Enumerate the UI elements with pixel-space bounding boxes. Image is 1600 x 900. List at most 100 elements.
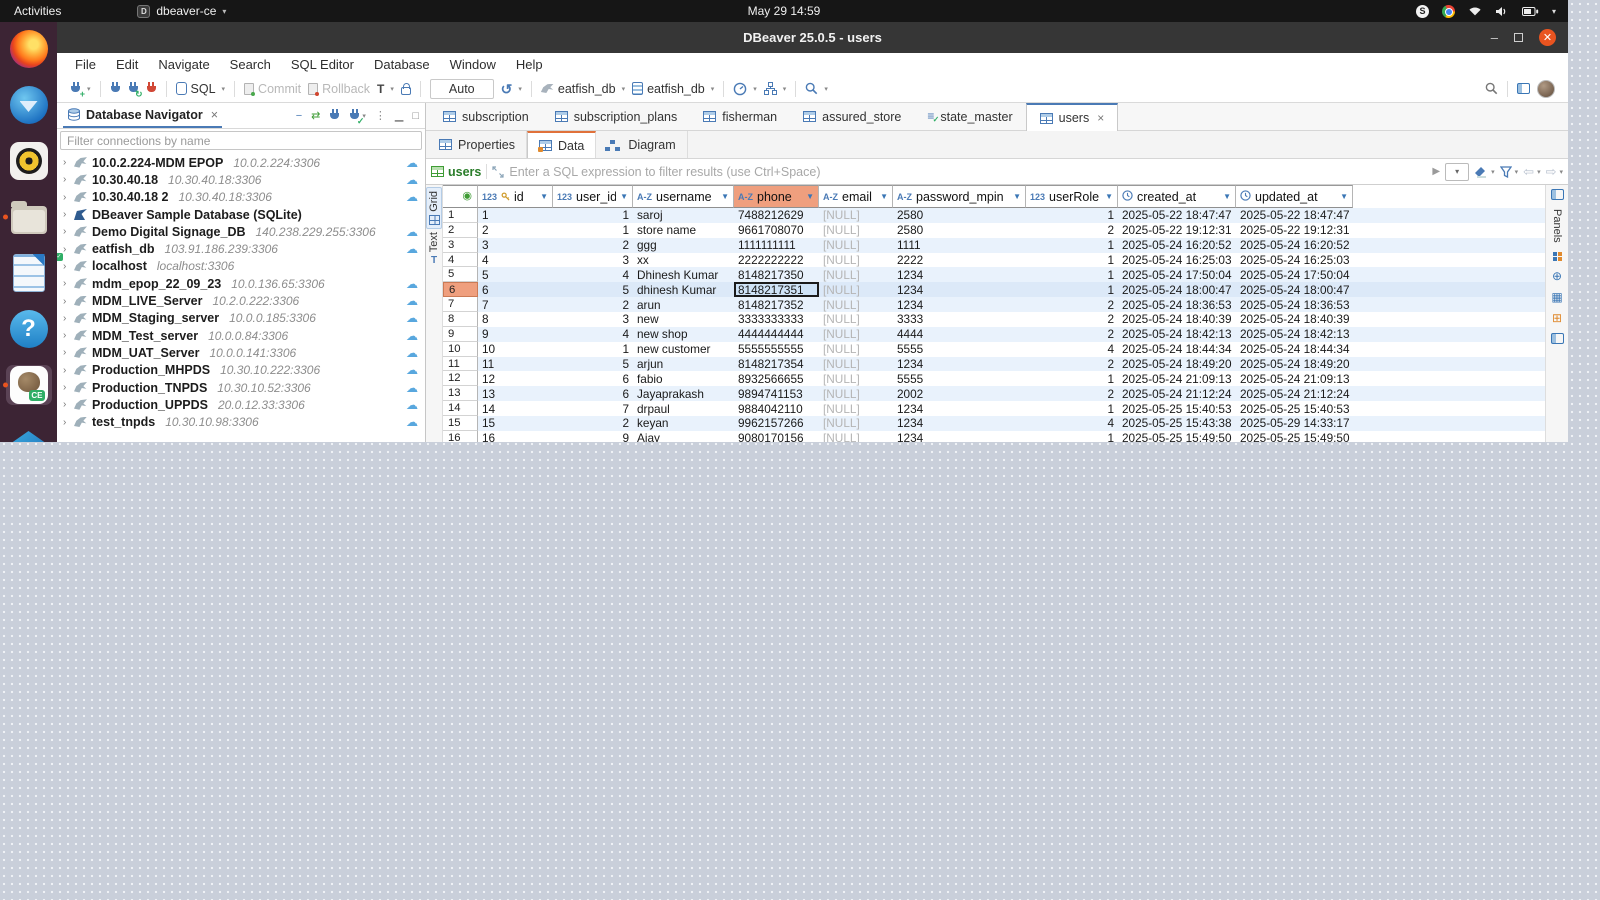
row-number[interactable]: 11 (443, 357, 478, 372)
menu-search[interactable]: Search (222, 56, 279, 73)
cell-created-at[interactable]: 2025-05-22 18:47:47 (1118, 208, 1236, 223)
cell-created-at[interactable]: 2025-05-24 18:44:34 (1118, 342, 1236, 357)
cell-userrole[interactable]: 2 (1026, 312, 1118, 327)
cell-id[interactable]: 10 (478, 342, 553, 357)
cell-email[interactable]: [NULL] (819, 223, 893, 238)
cell-password-mpin[interactable]: 1111 (893, 238, 1026, 253)
cell-updated-at[interactable]: 2025-05-24 16:25:03 (1236, 253, 1353, 268)
cell-password-mpin[interactable]: 2222 (893, 253, 1026, 268)
cell-phone[interactable]: 7488212629 (734, 208, 819, 223)
dock-libreoffice-writer[interactable] (6, 253, 52, 293)
connection-item[interactable]: ›localhostlocalhost:3306 (57, 258, 425, 275)
expand-chevron-icon[interactable]: › (63, 347, 74, 358)
new-connection-button[interactable]: +▾ (70, 82, 91, 95)
cell-updated-at[interactable]: 2025-05-29 14:33:17 (1236, 416, 1353, 431)
cell-username[interactable]: arjun (633, 357, 734, 372)
sort-dropdown-icon[interactable]: ▼ (1223, 192, 1231, 201)
cell-password-mpin[interactable]: 1234 (893, 267, 1026, 282)
cell-password-mpin[interactable]: 2002 (893, 386, 1026, 401)
cell-userrole[interactable]: 1 (1026, 401, 1118, 416)
cell-created-at[interactable]: 2025-05-24 21:12:24 (1118, 386, 1236, 401)
cell-phone[interactable]: 9884042110 (734, 401, 819, 416)
cell-created-at[interactable]: 2025-05-24 18:49:20 (1118, 357, 1236, 372)
commit-mode-combo[interactable]: Auto (430, 79, 494, 99)
presentation-text[interactable]: TextT (427, 229, 441, 269)
cell-phone[interactable]: 9962157266 (734, 416, 819, 431)
cell-user-id[interactable]: 7 (553, 401, 633, 416)
cell-user-id[interactable]: 3 (553, 312, 633, 327)
sql-filter-input[interactable] (509, 165, 1427, 179)
cell-created-at[interactable]: 2025-05-24 21:09:13 (1118, 371, 1236, 386)
quick-search-icon[interactable] (1485, 82, 1498, 95)
cell-userrole[interactable]: 2 (1026, 297, 1118, 312)
connection-item[interactable]: ›10.30.40.18 210.30.40.18:3306☁ (57, 189, 425, 206)
expand-chevron-icon[interactable]: › (63, 278, 74, 289)
cell-email[interactable]: [NULL] (819, 282, 893, 297)
connection-item[interactable]: ›Production_MHPDS10.30.10.222:3306☁ (57, 362, 425, 379)
cell-updated-at[interactable]: 2025-05-24 18:49:20 (1236, 357, 1353, 372)
column-header-password-mpin[interactable]: A-Zpassword_mpin▼ (893, 185, 1026, 208)
cell-updated-at[interactable]: 2025-05-22 19:12:31 (1236, 223, 1353, 238)
row-number[interactable]: 12 (443, 371, 478, 386)
cell-user-id[interactable]: 2 (553, 297, 633, 312)
expand-chevron-icon[interactable]: › (63, 261, 74, 272)
cell-updated-at[interactable]: 2025-05-22 18:47:47 (1236, 208, 1353, 223)
tab-database-navigator[interactable]: Database Navigator × (63, 103, 222, 128)
system-tray[interactable]: S ▾ (1416, 5, 1568, 18)
cell-phone[interactable]: 9894741153 (734, 386, 819, 401)
sort-dropdown-icon[interactable]: ▼ (721, 192, 729, 201)
dock-dbeaver[interactable] (6, 365, 52, 405)
cell-id[interactable]: 12 (478, 371, 553, 386)
cell-password-mpin[interactable]: 2580 (893, 223, 1026, 238)
table-indicator[interactable]: users (431, 165, 481, 179)
tab-fisherman[interactable]: fisherman (690, 103, 790, 130)
clock[interactable]: May 29 14:59 (748, 4, 821, 18)
cell-user-id[interactable]: 1 (553, 223, 633, 238)
transaction-log-button[interactable]: ↺▾ (501, 83, 522, 95)
tab-state-master[interactable]: ≡state_master (914, 103, 1025, 130)
cell-user-id[interactable]: 5 (553, 282, 633, 297)
transaction-mode-button[interactable]: T▾ (377, 82, 394, 96)
cell-email[interactable]: [NULL] (819, 401, 893, 416)
cell-id[interactable]: 7 (478, 297, 553, 312)
close-button[interactable]: ✕ (1539, 29, 1556, 46)
menu-sql-editor[interactable]: SQL Editor (283, 56, 362, 73)
cell-email[interactable]: [NULL] (819, 267, 893, 282)
column-header-email[interactable]: A-Zemail▼ (819, 185, 893, 208)
cell-phone[interactable]: 8148217354 (734, 357, 819, 372)
cell-password-mpin[interactable]: 1234 (893, 401, 1026, 416)
column-header-id[interactable]: 123id▼ (478, 185, 553, 208)
connect-button[interactable] (110, 82, 121, 95)
connection-item[interactable]: ›MDM_Staging_server10.0.0.185:3306☁ (57, 310, 425, 327)
chrome-tray-icon[interactable] (1442, 5, 1455, 18)
close-tab-icon[interactable]: × (1097, 111, 1104, 125)
menu-navigate[interactable]: Navigate (150, 56, 217, 73)
cell-id[interactable]: 9 (478, 327, 553, 342)
cell-created-at[interactable]: 2025-05-22 19:12:31 (1118, 223, 1236, 238)
sql-editor-button[interactable]: SQL▾ (176, 82, 226, 96)
row-number[interactable]: 3 (443, 238, 478, 253)
cell-userrole[interactable]: 1 (1026, 431, 1118, 442)
cell-userrole[interactable]: 1 (1026, 267, 1118, 282)
active-datasource-combo[interactable]: eatfish_db▾ (541, 82, 625, 96)
menu-file[interactable]: File (67, 56, 104, 73)
cell-user-id[interactable]: 3 (553, 253, 633, 268)
row-number[interactable]: 4 (443, 253, 478, 268)
link-editor-icon[interactable]: ⇄ (311, 109, 320, 122)
expand-chevron-icon[interactable]: › (63, 382, 74, 393)
connection-item[interactable]: ›test_tnpds10.30.10.98:3306☁ (57, 413, 425, 430)
cell-created-at[interactable]: 2025-05-25 15:43:38 (1118, 416, 1236, 431)
dock-firefox[interactable] (6, 29, 52, 69)
cell-username[interactable]: drpaul (633, 401, 734, 416)
tab-subscription[interactable]: subscription (430, 103, 542, 130)
sort-dropdown-icon[interactable]: ▼ (540, 192, 548, 201)
cell-username[interactable]: Ajay (633, 431, 734, 442)
row-number[interactable]: 8 (443, 312, 478, 327)
cell-email[interactable]: [NULL] (819, 208, 893, 223)
tab-users[interactable]: users× (1026, 103, 1119, 131)
cell-phone[interactable]: 8148217352 (734, 297, 819, 312)
column-header-username[interactable]: A-Zusername▼ (633, 185, 734, 208)
activities-button[interactable]: Activities (0, 4, 75, 18)
column-header-user-id[interactable]: 123user_id▼ (553, 185, 633, 208)
select-all-corner[interactable]: ◉ (443, 185, 478, 208)
